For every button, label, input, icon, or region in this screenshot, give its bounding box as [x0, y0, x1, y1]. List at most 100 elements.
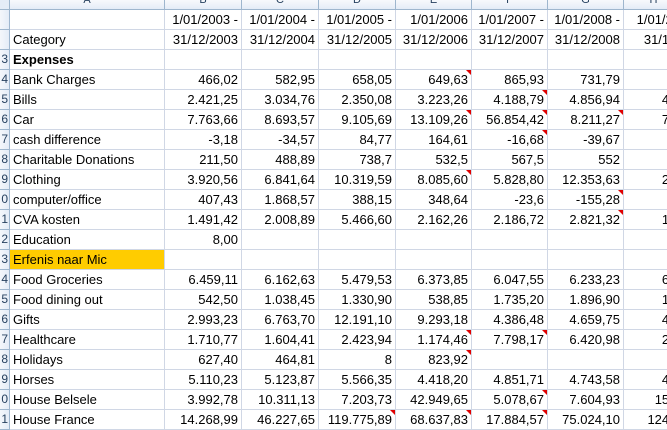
- row-header[interactable]: 8: [0, 150, 10, 170]
- value-cell[interactable]: 532,5: [396, 150, 472, 170]
- column-header-f[interactable]: F: [472, 0, 548, 10]
- value-cell[interactable]: 2.186,72: [472, 210, 548, 230]
- value-cell[interactable]: 2.162,26: [396, 210, 472, 230]
- category-label[interactable]: cash difference: [10, 130, 165, 150]
- row-header[interactable]: 3: [0, 50, 10, 70]
- value-cell[interactable]: -23,6: [472, 190, 548, 210]
- value-cell[interactable]: 658,05: [319, 70, 396, 90]
- value-cell[interactable]: 388,15: [319, 190, 396, 210]
- value-cell[interactable]: 823,92: [396, 350, 472, 370]
- category-label[interactable]: Bank Charges: [10, 70, 165, 90]
- row-header[interactable]: 7: [0, 130, 10, 150]
- value-cell[interactable]: 1.038,45: [242, 290, 319, 310]
- category-label[interactable]: Food Groceries: [10, 270, 165, 290]
- value-cell[interactable]: [472, 350, 548, 370]
- header-date-start[interactable]: 1/01/20: [624, 10, 667, 30]
- value-cell[interactable]: 5.566,35: [319, 370, 396, 390]
- category-label[interactable]: Education: [10, 230, 165, 250]
- value-cell[interactable]: [396, 230, 472, 250]
- value-cell[interactable]: 3.992,78: [165, 390, 242, 410]
- row-header[interactable]: 5: [0, 90, 10, 110]
- value-cell[interactable]: 1.868,57: [242, 190, 319, 210]
- value-cell[interactable]: 6.047,55: [472, 270, 548, 290]
- value-cell[interactable]: 6.420,98: [548, 330, 624, 350]
- value-cell[interactable]: 7.203,73: [319, 390, 396, 410]
- category-header[interactable]: Category: [10, 30, 165, 50]
- value-cell[interactable]: 56.854,42: [472, 110, 548, 130]
- row-header[interactable]: 9: [0, 370, 10, 390]
- value-cell[interactable]: 6.233,23: [548, 270, 624, 290]
- value-cell[interactable]: 7.9: [624, 110, 667, 130]
- value-cell[interactable]: [242, 250, 319, 270]
- value-cell[interactable]: 552: [548, 150, 624, 170]
- header-date-end[interactable]: 31/12/2007: [472, 30, 548, 50]
- category-label[interactable]: House France: [10, 410, 165, 430]
- value-cell[interactable]: 1.710,77: [165, 330, 242, 350]
- value-cell[interactable]: 488,89: [242, 150, 319, 170]
- spreadsheet-grid[interactable]: A B C D E F G H 1/01/2003 -1/01/2004 -1/01/2005 …: [0, 0, 667, 430]
- value-cell[interactable]: 865,93: [472, 70, 548, 90]
- value-cell[interactable]: 1.604,41: [242, 330, 319, 350]
- value-cell[interactable]: 4.743,58: [548, 370, 624, 390]
- value-cell[interactable]: [548, 250, 624, 270]
- value-cell[interactable]: 8.211,27: [548, 110, 624, 130]
- value-cell[interactable]: 2.423,94: [319, 330, 396, 350]
- header-date-end[interactable]: 31/12/2005: [319, 30, 396, 50]
- header-date-start[interactable]: 1/01/2003 -: [165, 10, 242, 30]
- value-cell[interactable]: 75.024,10: [548, 410, 624, 430]
- header-date-end[interactable]: 31/12/: [624, 30, 667, 50]
- value-cell[interactable]: 582,95: [242, 70, 319, 90]
- value-cell[interactable]: 6.763,70: [242, 310, 319, 330]
- value-cell[interactable]: 5.479,53: [319, 270, 396, 290]
- value-cell[interactable]: 5.123,87: [242, 370, 319, 390]
- value-cell[interactable]: 8: [624, 70, 667, 90]
- header-date-start[interactable]: 1/01/2005 -: [319, 10, 396, 30]
- value-cell[interactable]: 1.3: [624, 210, 667, 230]
- row-header[interactable]: [0, 10, 10, 30]
- value-cell[interactable]: [548, 350, 624, 370]
- row-header[interactable]: 9: [0, 170, 10, 190]
- value-cell[interactable]: 5.466,60: [319, 210, 396, 230]
- value-cell[interactable]: 1.491,42: [165, 210, 242, 230]
- cell[interactable]: [624, 50, 667, 70]
- value-cell[interactable]: 4.851,71: [472, 370, 548, 390]
- value-cell[interactable]: 10.319,59: [319, 170, 396, 190]
- value-cell[interactable]: 1.174,46: [396, 330, 472, 350]
- value-cell[interactable]: 13.109,26: [396, 110, 472, 130]
- value-cell[interactable]: [319, 250, 396, 270]
- column-header-h[interactable]: H: [624, 0, 667, 10]
- cell[interactable]: [396, 50, 472, 70]
- cell[interactable]: [548, 50, 624, 70]
- value-cell[interactable]: 542,50: [165, 290, 242, 310]
- value-cell[interactable]: 42.949,65: [396, 390, 472, 410]
- value-cell[interactable]: 649,63: [396, 70, 472, 90]
- value-cell[interactable]: 4.386,48: [472, 310, 548, 330]
- value-cell[interactable]: 2.3: [624, 330, 667, 350]
- value-cell[interactable]: 567,5: [472, 150, 548, 170]
- header-date-end[interactable]: 31/12/2008: [548, 30, 624, 50]
- category-label[interactable]: Gifts: [10, 310, 165, 330]
- value-cell[interactable]: 124.7: [624, 410, 667, 430]
- column-header-b[interactable]: B: [165, 0, 242, 10]
- value-cell[interactable]: 2.350,08: [319, 90, 396, 110]
- header-date-start[interactable]: 1/01/2008 -: [548, 10, 624, 30]
- value-cell[interactable]: [624, 230, 667, 250]
- section-title[interactable]: Expenses: [10, 50, 165, 70]
- row-header[interactable]: 0: [0, 390, 10, 410]
- row-header[interactable]: 1: [0, 410, 10, 430]
- row-header[interactable]: 0: [0, 190, 10, 210]
- value-cell[interactable]: [624, 350, 667, 370]
- value-cell[interactable]: 8.085,60: [396, 170, 472, 190]
- value-cell[interactable]: 6.5: [624, 270, 667, 290]
- value-cell[interactable]: 4.418,20: [396, 370, 472, 390]
- value-cell[interactable]: 211,50: [165, 150, 242, 170]
- value-cell[interactable]: 1.6: [624, 290, 667, 310]
- value-cell[interactable]: 17.884,57: [472, 410, 548, 430]
- value-cell[interactable]: 6.162,63: [242, 270, 319, 290]
- category-label[interactable]: Food dining out: [10, 290, 165, 310]
- value-cell[interactable]: 538,85: [396, 290, 472, 310]
- value-cell[interactable]: 3.223,26: [396, 90, 472, 110]
- value-cell[interactable]: -39,67: [548, 130, 624, 150]
- column-header-g[interactable]: G: [548, 0, 624, 10]
- value-cell[interactable]: [319, 230, 396, 250]
